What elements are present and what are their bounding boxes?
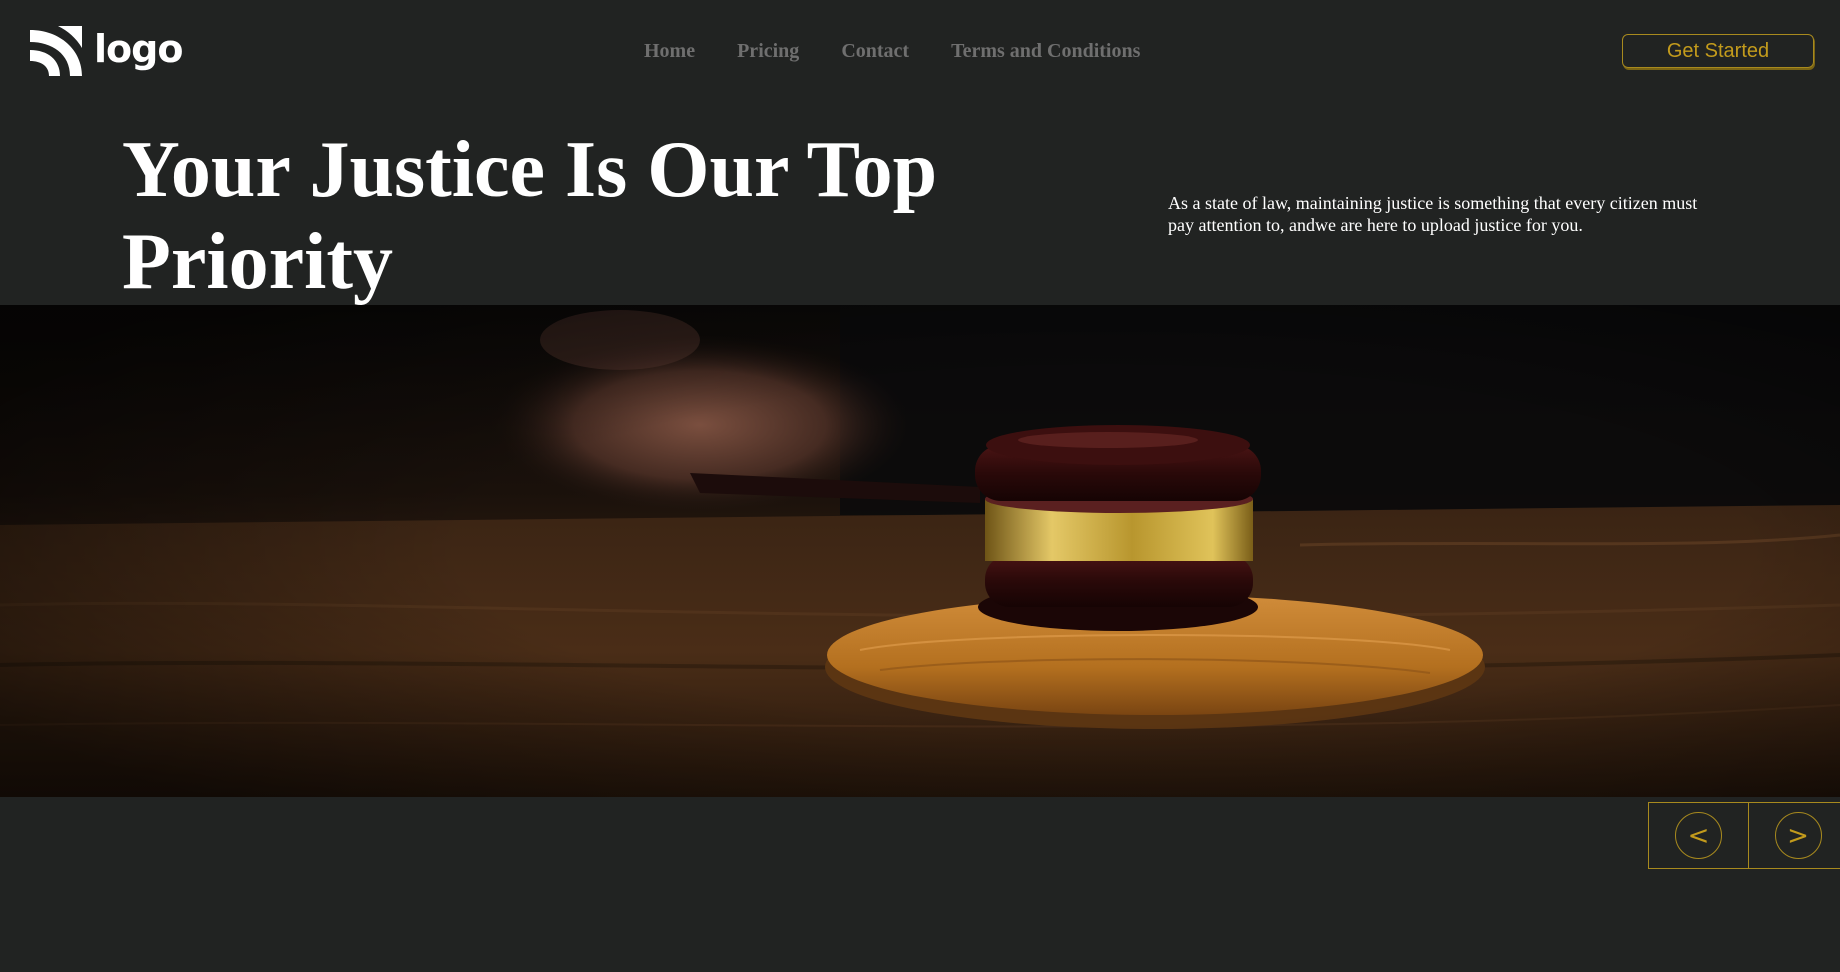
get-started-button[interactable]: Get Started [1622, 34, 1814, 68]
prev-slide-button[interactable]: < [1675, 812, 1722, 859]
logo[interactable]: logo [30, 26, 183, 76]
nav-link-terms[interactable]: Terms and Conditions [951, 39, 1140, 63]
main-nav: Home Pricing Contact Terms and Condition… [644, 39, 1140, 63]
hero-description: As a state of law, maintaining justice i… [1168, 193, 1698, 235]
slider-next-cell: > [1748, 803, 1840, 868]
slider-prev-cell: < [1649, 803, 1748, 868]
hero-image [0, 305, 1840, 797]
logo-arcs-icon [30, 26, 82, 76]
hero-title: Your Justice Is Our Top Priority [122, 126, 938, 306]
slider-controls: < > [1648, 802, 1840, 869]
landing-page: logo Home Pricing Contact Terms and Cond… [0, 0, 1840, 972]
gavel-image [0, 305, 1840, 797]
logo-text: logo [94, 27, 183, 71]
nav-link-pricing[interactable]: Pricing [737, 39, 799, 63]
next-slide-button[interactable]: > [1774, 812, 1822, 859]
nav-link-contact[interactable]: Contact [841, 39, 909, 63]
nav-link-home[interactable]: Home [644, 39, 695, 63]
